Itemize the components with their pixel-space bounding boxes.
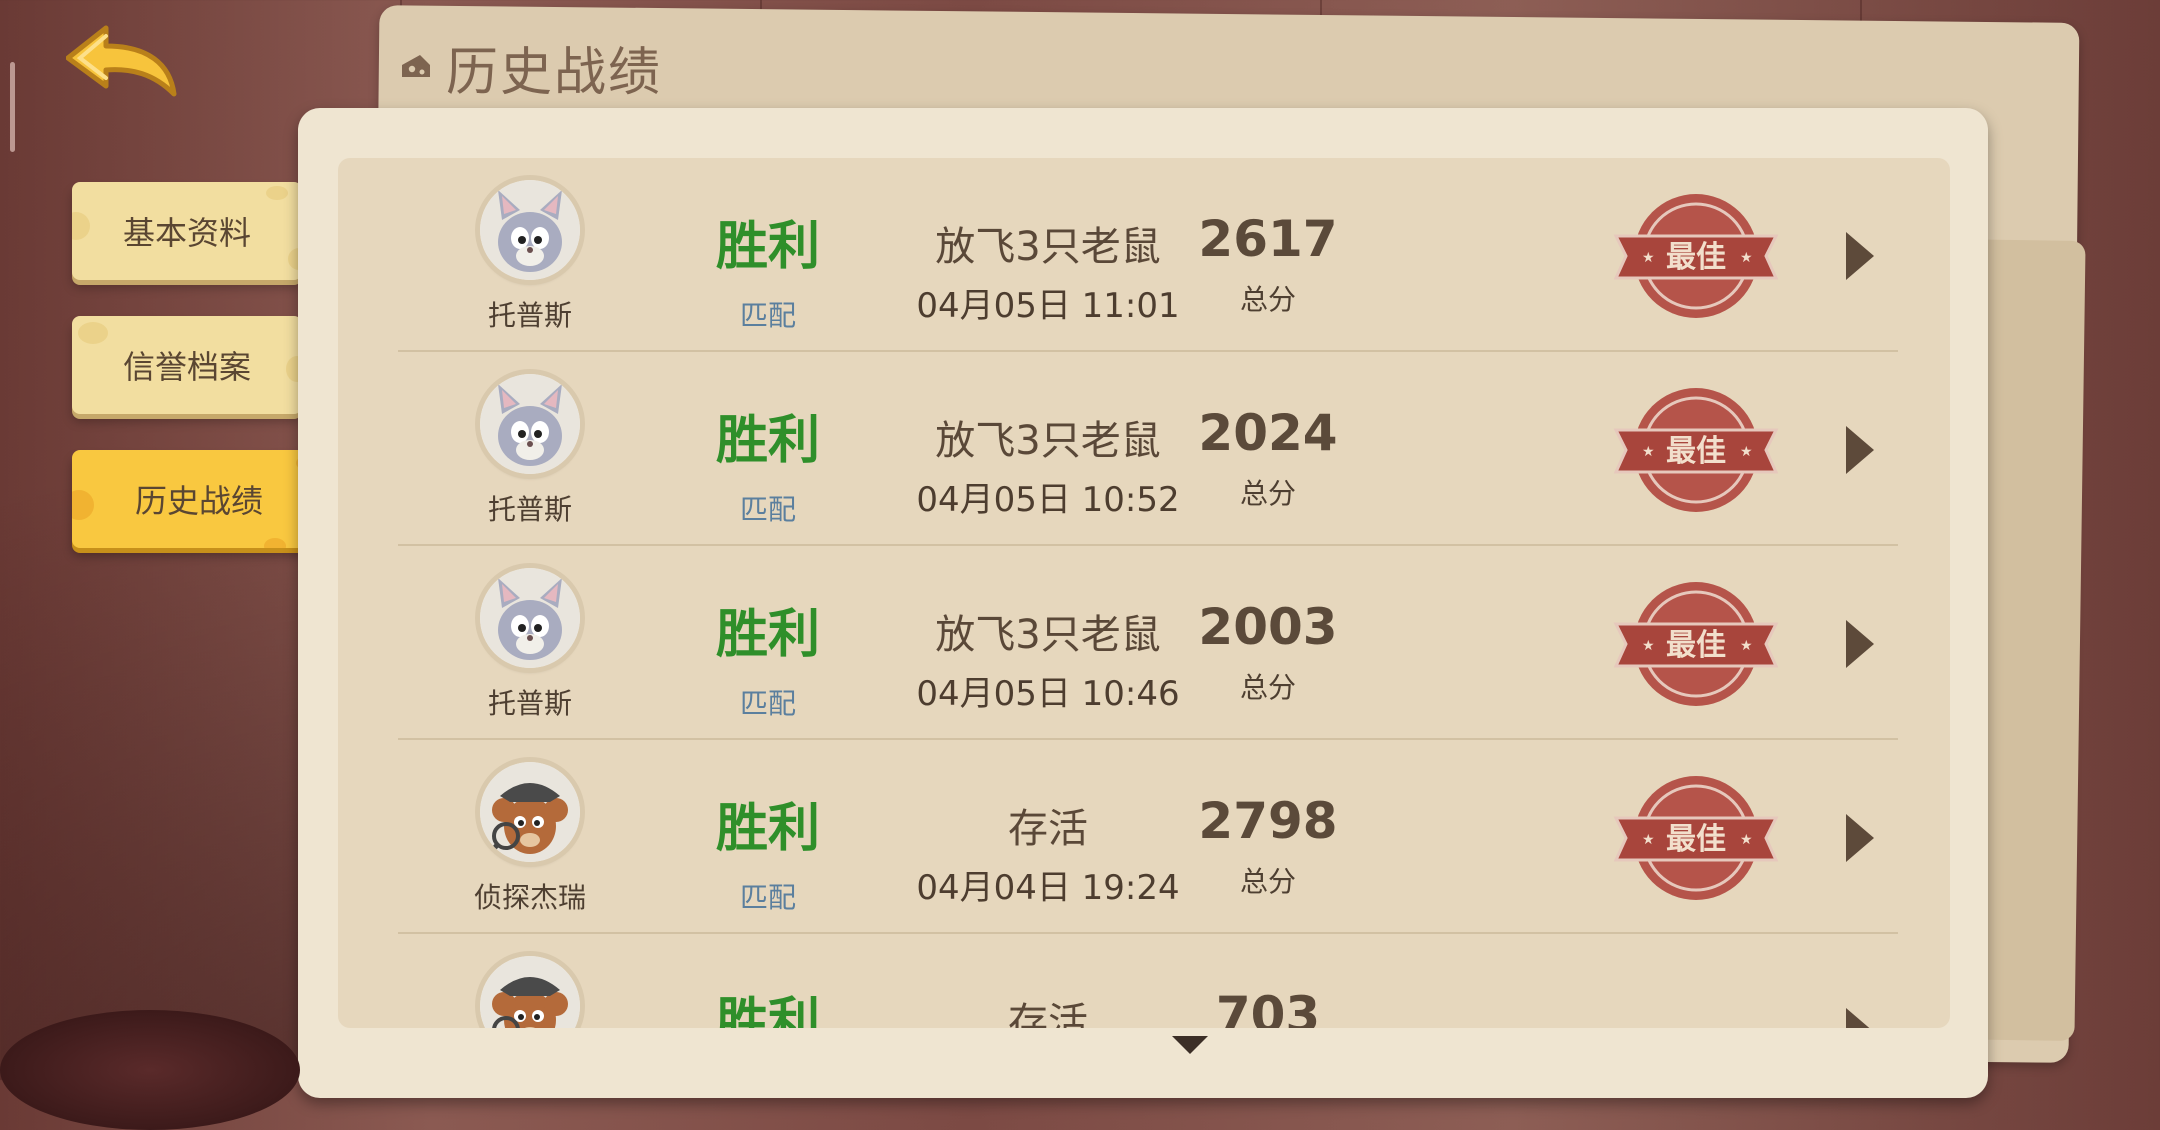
tab-basic-info[interactable]: 基本资料 [72, 182, 302, 280]
details-arrow-icon[interactable] [1846, 814, 1874, 862]
list-item[interactable]: 胜利 存活 703 [338, 934, 1950, 1028]
list-item[interactable]: 托普斯 胜利 匹配 放飞3只老鼠 04月05日 11:01 2617 总分 ★ … [338, 158, 1950, 352]
character-name: 侦探杰瑞 [473, 881, 586, 914]
tab-label: 基本资料 [122, 214, 251, 252]
edge-indicator [10, 62, 15, 152]
details-arrow-icon[interactable] [1846, 620, 1874, 668]
detective-jerry-icon [480, 762, 580, 862]
total-score: 2003 [1198, 598, 1338, 656]
tab-label: 历史战绩 [134, 482, 263, 520]
best-badge-label: 最佳 [1666, 628, 1726, 663]
list-item[interactable]: 侦探杰瑞 胜利 匹配 存活 04月04日 19:24 2798 总分 ★ ★ 最… [338, 740, 1950, 934]
best-badge-label: 最佳 [1666, 822, 1726, 857]
page-title-text: 历史战绩 [446, 43, 663, 103]
list-item[interactable]: 托普斯 胜利 匹配 放飞3只老鼠 04月05日 10:52 2024 总分 ★ … [338, 352, 1950, 546]
details-arrow-icon[interactable] [1846, 232, 1874, 280]
match-history-list[interactable]: 托普斯 胜利 匹配 放飞3只老鼠 04月05日 11:01 2617 总分 ★ … [338, 158, 1950, 1028]
tab-match-history[interactable]: 历史战绩 [72, 450, 326, 548]
character-name: 托普斯 [487, 687, 572, 720]
total-score: 703 [1215, 986, 1321, 1028]
total-score: 2798 [1198, 792, 1338, 850]
scroll-down-icon[interactable] [1172, 1036, 1208, 1054]
tab-reputation[interactable]: 信誉档案 [72, 316, 302, 414]
score-label: 总分 [1239, 477, 1296, 510]
cheese-icon [402, 54, 430, 77]
character-name: 托普斯 [487, 299, 572, 332]
best-badge-label: 最佳 [1666, 240, 1726, 275]
total-score: 2617 [1198, 210, 1338, 268]
details-arrow-icon[interactable] [1846, 1008, 1874, 1028]
back-arrow-icon [65, 25, 177, 97]
score-label: 总分 [1239, 283, 1296, 316]
score-label: 总分 [1239, 865, 1296, 898]
back-button[interactable] [65, 24, 182, 100]
list-item[interactable]: 托普斯 胜利 匹配 放飞3只老鼠 04月05日 10:46 2003 总分 ★ … [338, 546, 1950, 740]
character-name: 托普斯 [487, 493, 572, 526]
tuffy-icon [480, 180, 580, 280]
tuffy-icon [480, 374, 580, 474]
page-title: 历史战绩 [400, 30, 662, 105]
best-badge-label: 最佳 [1666, 434, 1726, 469]
total-score: 2024 [1198, 404, 1338, 462]
detective-jerry-icon [480, 956, 580, 1028]
tuffy-icon [480, 568, 580, 668]
score-label: 总分 [1239, 671, 1296, 704]
decorative-prop [0, 1010, 300, 1130]
details-arrow-icon[interactable] [1846, 426, 1874, 474]
tab-label: 信誉档案 [122, 348, 251, 386]
